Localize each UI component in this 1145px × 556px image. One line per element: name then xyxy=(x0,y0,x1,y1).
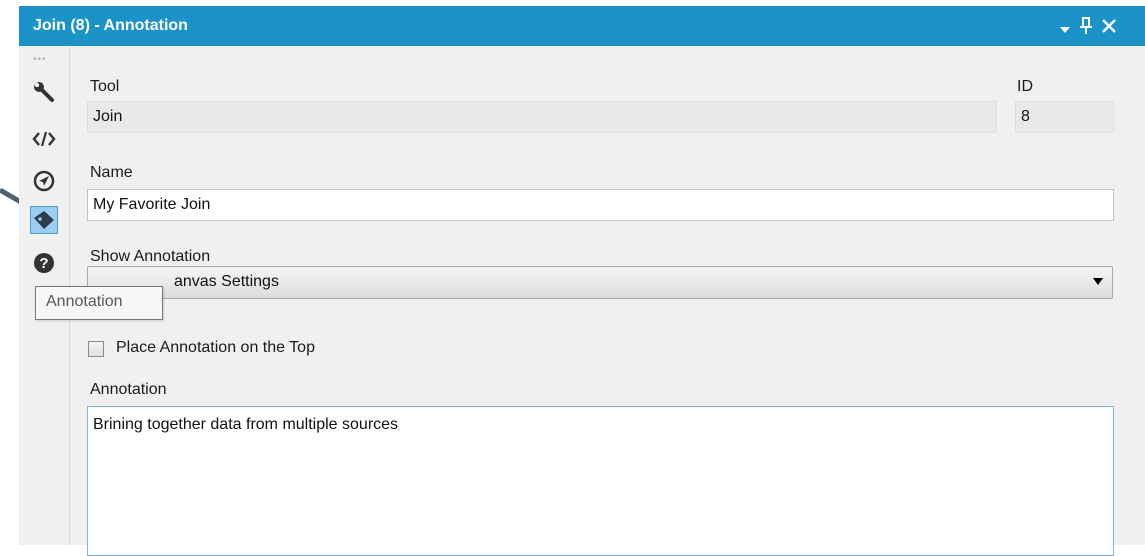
name-label: Name xyxy=(90,164,133,181)
annotation-label: Annotation xyxy=(90,381,167,398)
annotation-tooltip: Annotation xyxy=(35,286,163,320)
grip-dots-icon: ••• xyxy=(33,54,47,65)
tool-field: Join xyxy=(87,101,997,133)
code-icon[interactable] xyxy=(30,125,58,153)
pin-icon[interactable] xyxy=(1078,16,1094,42)
place-on-top-checkbox[interactable] xyxy=(88,341,104,357)
window-title: Join (8) - Annotation xyxy=(33,17,188,34)
name-field[interactable]: My Favorite Join xyxy=(87,189,1114,221)
show-annotation-select[interactable]: anvas Settings xyxy=(87,266,1113,299)
annotation-tag-icon[interactable] xyxy=(30,206,58,234)
wrench-icon[interactable] xyxy=(30,78,58,106)
show-annotation-label: Show Annotation xyxy=(90,248,211,265)
dropdown-arrow-icon[interactable] xyxy=(1059,18,1071,41)
compass-icon[interactable] xyxy=(30,167,58,195)
svg-text:?: ? xyxy=(39,255,48,272)
annotation-textarea[interactable]: Brining together data from multiple sour… xyxy=(87,406,1114,556)
show-annotation-value: anvas Settings xyxy=(174,273,279,290)
id-field: 8 xyxy=(1015,101,1114,133)
help-icon[interactable]: ? xyxy=(30,249,58,277)
tool-label: Tool xyxy=(90,78,120,95)
chevron-down-icon xyxy=(1093,278,1103,285)
place-on-top-label: Place Annotation on the Top xyxy=(116,339,315,356)
title-bar: Join (8) - Annotation xyxy=(19,6,1145,46)
id-label: ID xyxy=(1017,78,1033,95)
close-icon[interactable] xyxy=(1101,17,1117,40)
